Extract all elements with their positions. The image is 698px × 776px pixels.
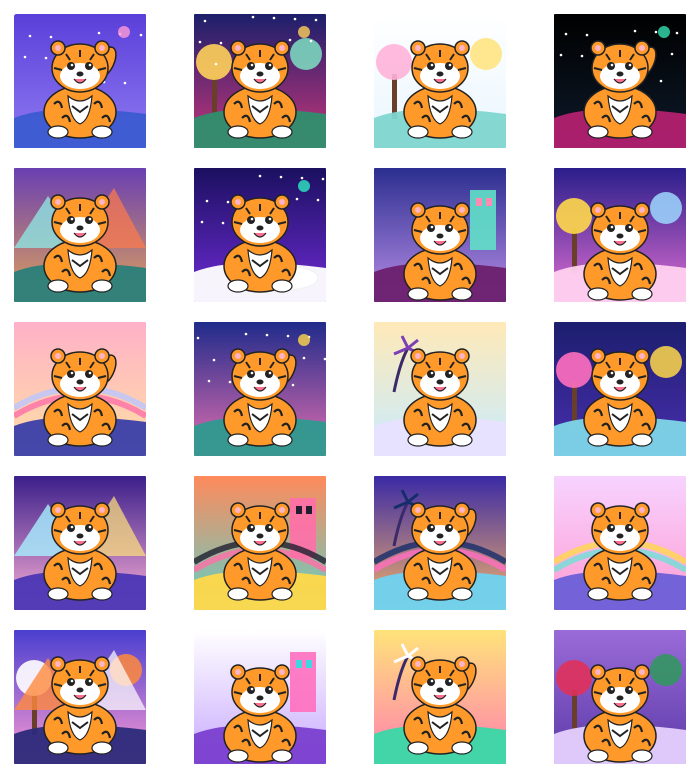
tiger-illustration (14, 322, 146, 456)
gallery-image-tile[interactable] (374, 168, 506, 302)
tiger-illustration (14, 168, 146, 302)
tiger-illustration (374, 14, 506, 148)
tiger-illustration (554, 322, 686, 456)
gallery-image-tile[interactable] (14, 14, 146, 148)
gallery-image-tile[interactable] (554, 476, 686, 610)
gallery-image-tile[interactable] (554, 322, 686, 456)
gallery-image-tile[interactable] (194, 168, 326, 302)
gallery-image-tile[interactable] (374, 630, 506, 764)
tiger-illustration (14, 630, 146, 764)
gallery-image-tile[interactable] (194, 630, 326, 764)
gallery-image-tile[interactable] (374, 322, 506, 456)
tiger-illustration (374, 630, 506, 764)
gallery-image-tile[interactable] (14, 630, 146, 764)
tiger-illustration (374, 322, 506, 456)
tiger-illustration (554, 168, 686, 302)
image-gallery-grid (0, 0, 698, 776)
gallery-image-tile[interactable] (554, 14, 686, 148)
tiger-illustration (194, 322, 326, 456)
tiger-illustration (14, 14, 146, 148)
gallery-image-tile[interactable] (194, 14, 326, 148)
tiger-illustration (554, 476, 686, 610)
gallery-image-tile[interactable] (14, 168, 146, 302)
tiger-illustration (194, 14, 326, 148)
tiger-illustration (374, 476, 506, 610)
gallery-image-tile[interactable] (14, 322, 146, 456)
gallery-image-tile[interactable] (194, 476, 326, 610)
tiger-illustration (194, 630, 326, 764)
gallery-image-tile[interactable] (554, 630, 686, 764)
tiger-illustration (374, 168, 506, 302)
tiger-illustration (14, 476, 146, 610)
gallery-image-tile[interactable] (14, 476, 146, 610)
gallery-image-tile[interactable] (194, 322, 326, 456)
tiger-illustration (194, 168, 326, 302)
tiger-illustration (194, 476, 326, 610)
gallery-image-tile[interactable] (374, 14, 506, 148)
tiger-illustration (554, 14, 686, 148)
gallery-image-tile[interactable] (554, 168, 686, 302)
tiger-illustration (554, 630, 686, 764)
gallery-image-tile[interactable] (374, 476, 506, 610)
